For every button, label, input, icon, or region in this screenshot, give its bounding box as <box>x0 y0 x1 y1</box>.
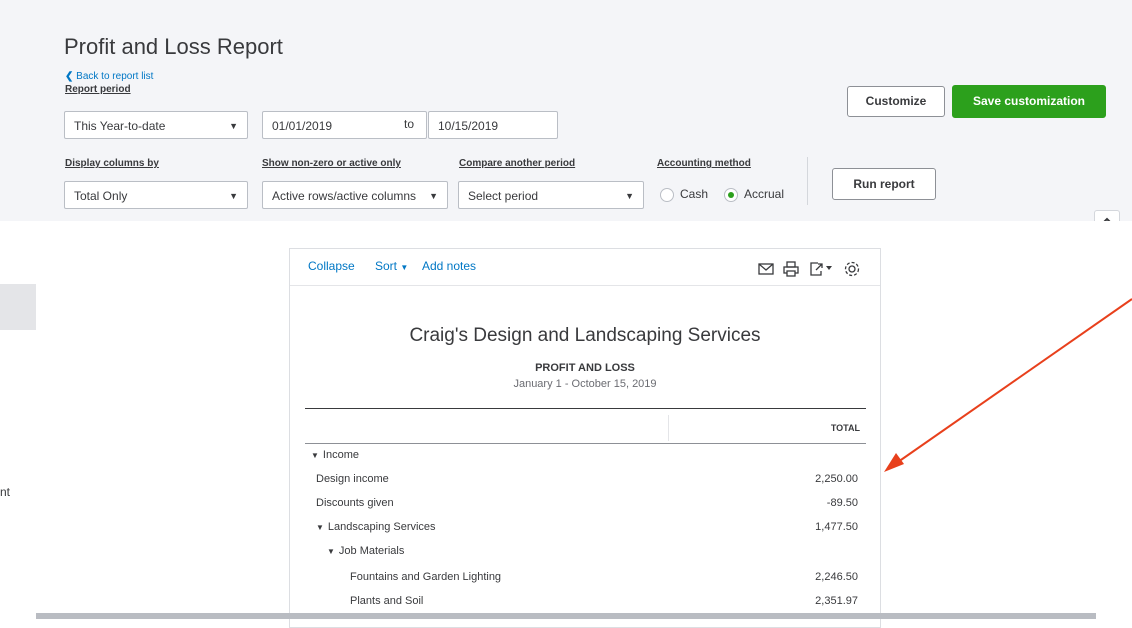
row-value: 1,477.50 <box>815 521 858 533</box>
caret-down-icon[interactable]: ▼ <box>311 451 319 460</box>
caret-down-icon: ▼ <box>229 121 238 131</box>
row-label: Plants and Soil <box>350 595 424 607</box>
customize-button[interactable]: Customize <box>847 86 945 117</box>
report-row[interactable]: Design income 2,250.00 <box>305 470 866 490</box>
page-title: Profit and Loss Report <box>64 34 283 59</box>
run-report-button[interactable]: Run report <box>832 168 936 200</box>
report-row[interactable]: ▼ Landscaping Services 1,477.50 <box>305 518 866 538</box>
show-nonzero-value: Active rows/active columns <box>272 189 417 203</box>
accounting-method-label: Accounting method <box>657 158 751 169</box>
caret-down-icon[interactable]: ▼ <box>327 547 335 556</box>
row-value: -89.50 <box>826 497 858 509</box>
export-icon[interactable] <box>808 260 834 278</box>
report-period-value: This Year-to-date <box>74 119 166 133</box>
add-notes-link[interactable]: Add notes <box>422 259 476 273</box>
report-title: PROFIT AND LOSS <box>535 362 635 374</box>
accrual-radio-label: Accrual <box>744 187 785 201</box>
print-icon[interactable] <box>782 260 800 278</box>
row-label: Landscaping Services <box>327 521 436 533</box>
horizontal-scrollbar[interactable] <box>36 613 1096 619</box>
column-header-total: TOTAL <box>830 423 860 433</box>
left-nav-label-fragment: nt <box>0 485 11 499</box>
chevron-left-icon: ❮ <box>65 71 74 82</box>
compare-period-select[interactable]: Select period ▼ <box>458 181 644 209</box>
left-nav-highlight <box>0 284 36 330</box>
report-row[interactable]: ▼ Job Materials <box>305 542 866 562</box>
annotation-arrow-icon <box>884 298 1132 472</box>
company-name: Craig's Design and Landscaping Services <box>409 325 761 346</box>
caret-down-icon: ▼ <box>229 191 238 201</box>
caret-down-icon: ▼ <box>625 191 634 201</box>
back-link-label: Back to report list <box>76 71 154 82</box>
caret-down-icon: ▼ <box>400 263 409 272</box>
report-row[interactable]: Fountains and Garden Lighting 2,246.50 <box>305 568 866 588</box>
report-sheet: Collapse Sort ▼ Add notes Craig's Design… <box>289 248 881 628</box>
toolbar-divider <box>807 157 808 205</box>
report-row[interactable]: Discounts given -89.50 <box>305 494 866 514</box>
compare-period-value: Select period <box>468 189 539 203</box>
row-value: 2,250.00 <box>815 473 858 485</box>
display-columns-value: Total Only <box>74 189 128 203</box>
report-row-income[interactable]: ▼ Income <box>305 446 866 466</box>
row-label: Design income <box>316 473 389 485</box>
report-row[interactable]: Plants and Soil 2,351.97 <box>305 592 866 612</box>
cash-radio[interactable] <box>660 188 674 202</box>
header-rule <box>305 408 866 409</box>
accrual-radio[interactable] <box>724 188 738 202</box>
sort-label: Sort <box>375 259 398 273</box>
save-customization-button[interactable]: Save customization <box>952 85 1106 118</box>
toolbar-divider-line <box>290 285 880 286</box>
show-nonzero-select[interactable]: Active rows/active columns ▼ <box>262 181 448 209</box>
collapse-link[interactable]: Collapse <box>308 259 355 273</box>
start-date-input[interactable]: 01/01/2019 <box>262 111 427 139</box>
show-nonzero-label: Show non-zero or active only <box>262 158 401 169</box>
column-separator <box>668 415 669 441</box>
start-date-value: 01/01/2019 <box>272 119 333 133</box>
report-period-label: Report period <box>65 84 131 95</box>
row-value: 2,351.97 <box>815 595 858 607</box>
row-label: Fountains and Garden Lighting <box>350 571 502 583</box>
caret-down-icon: ▼ <box>429 191 438 201</box>
sort-dropdown[interactable]: Sort ▼ <box>375 259 408 273</box>
email-icon[interactable] <box>757 260 775 278</box>
column-header-rule <box>305 443 866 444</box>
date-range-to-label: to <box>404 117 415 131</box>
report-period-select[interactable]: This Year-to-date ▼ <box>64 111 248 139</box>
display-columns-select[interactable]: Total Only ▼ <box>64 181 248 209</box>
back-to-report-list-link[interactable]: ❮ Back to report list <box>65 71 153 82</box>
row-label: Income <box>322 449 359 461</box>
caret-down-icon[interactable]: ▼ <box>316 523 324 532</box>
row-label: Discounts given <box>316 497 394 509</box>
report-date-range: January 1 - October 15, 2019 <box>513 378 657 390</box>
row-value: 2,246.50 <box>815 571 858 583</box>
cash-radio-label: Cash <box>680 187 709 201</box>
compare-period-label: Compare another period <box>459 158 576 169</box>
row-label: Job Materials <box>338 545 405 557</box>
gear-icon[interactable] <box>843 260 861 278</box>
display-columns-label: Display columns by <box>65 158 159 169</box>
end-date-input[interactable]: 10/15/2019 <box>428 111 558 139</box>
end-date-value: 10/15/2019 <box>438 119 499 133</box>
